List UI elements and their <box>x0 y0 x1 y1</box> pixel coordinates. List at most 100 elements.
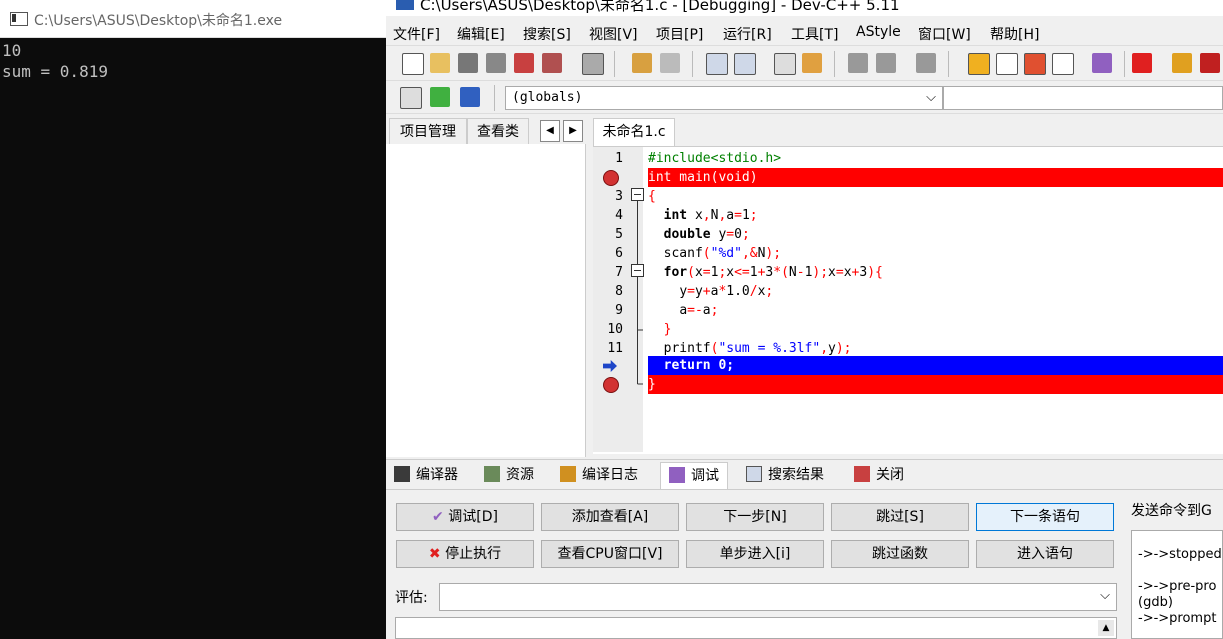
toggle-bookmark-icon[interactable] <box>916 53 936 73</box>
menu-bar: 文件[F] 编辑[E] 搜索[S] 视图[V] 项目[P] 运行[R] 工具[T… <box>386 20 1223 44</box>
skip-button[interactable]: 跳过[S] <box>831 503 969 531</box>
evaluate-input[interactable]: ⌵ <box>439 583 1117 611</box>
tab-class-browser[interactable]: 查看类 <box>467 118 529 146</box>
menu-tools[interactable]: 工具[T] <box>791 24 838 44</box>
save-all-icon[interactable] <box>486 53 506 73</box>
console-titlebar[interactable]: C:\Users\ASUS\Desktop\未命名1.exe <box>0 0 386 38</box>
menu-search[interactable]: 搜索[S] <box>523 24 571 44</box>
run-icon[interactable] <box>996 53 1018 75</box>
globals-combo-value: (globals) <box>512 90 583 105</box>
tab-label: 调试 <box>691 468 719 484</box>
view-cpu-button[interactable]: 查看CPU窗口[V] <box>541 540 679 568</box>
gdb-line: ->->prompt <box>1138 611 1217 626</box>
editor-gutter[interactable]: 1 3 4 5 6 7 8 9 10 11 <box>593 147 644 452</box>
globals-combo[interactable]: (globals) ⌵ <box>505 86 943 110</box>
evaluate-output[interactable]: ▲ <box>395 617 1117 639</box>
debug-button[interactable]: ✔ 调试[D] <box>396 503 534 531</box>
insert-icon[interactable] <box>400 87 422 109</box>
compile-icon[interactable] <box>968 53 990 75</box>
menu-window[interactable]: 窗口[W] <box>918 24 971 44</box>
chevron-down-icon: ⌵ <box>926 90 936 105</box>
close-icon <box>854 466 870 482</box>
into-instruction-button[interactable]: 进入语句 <box>976 540 1114 568</box>
tab-scroll-left-icon[interactable]: ◀ <box>540 120 560 142</box>
tab-compiler[interactable]: 编译器 <box>394 462 458 488</box>
stop-execution-icon[interactable] <box>1132 53 1152 73</box>
code-token: y <box>694 284 703 299</box>
code-token: ){ <box>867 265 883 280</box>
toolbar-separator <box>692 51 693 77</box>
close-file-icon[interactable] <box>514 53 534 73</box>
code-token: } <box>648 377 656 392</box>
code-token: "sum = %.3lf" <box>718 341 821 356</box>
stop-execution-button[interactable]: ✖ 停止执行 <box>396 540 534 568</box>
ide-titlebar[interactable]: C:\Users\ASUS\Desktop\未命名1.c - [Debuggin… <box>386 0 1223 16</box>
tab-scroll-right-icon[interactable]: ▶ <box>563 120 583 142</box>
open-file-icon[interactable] <box>430 53 450 73</box>
editor-tab[interactable]: 未命名1.c <box>593 118 675 146</box>
delete-profile-icon[interactable] <box>1200 53 1220 73</box>
console-line: 10 <box>2 41 22 60</box>
code-token: int main(void) <box>648 170 758 185</box>
menu-project[interactable]: 项目[P] <box>656 24 703 44</box>
forward-icon[interactable] <box>876 53 896 73</box>
back-icon[interactable] <box>848 53 868 73</box>
replace-icon[interactable] <box>734 53 756 75</box>
code-line: scanf("%d",&N); <box>648 244 1223 263</box>
code-token: "%d" <box>710 246 742 261</box>
find-icon[interactable] <box>706 53 728 75</box>
next-instruction-button[interactable]: 下一条语句 <box>976 503 1114 531</box>
code-token: + <box>702 284 711 299</box>
tab-debug[interactable]: 调试 <box>660 462 728 489</box>
tab-search-results[interactable]: 搜索结果 <box>746 462 824 488</box>
code-token: N <box>788 265 797 280</box>
breakpoint-icon[interactable] <box>603 377 619 393</box>
goto-line-icon[interactable] <box>774 53 796 75</box>
menu-view[interactable]: 视图[V] <box>589 24 638 44</box>
menu-help[interactable]: 帮助[H] <box>990 24 1039 44</box>
line-number: 6 <box>615 246 623 261</box>
line-number: 5 <box>615 227 623 242</box>
line-number: 4 <box>615 208 623 223</box>
new-file-icon[interactable] <box>402 53 424 75</box>
toggle-goto-icon[interactable] <box>430 87 450 107</box>
members-combo[interactable] <box>943 86 1223 110</box>
compile-run-icon[interactable] <box>1024 53 1046 75</box>
bar-chart-icon <box>560 466 576 482</box>
skip-function-button[interactable]: 跳过函数 <box>831 540 969 568</box>
redo-icon[interactable] <box>660 53 680 73</box>
tab-compile-log[interactable]: 编译日志 <box>560 462 638 488</box>
code-token: , <box>702 208 711 223</box>
next-step-button[interactable]: 下一步[N] <box>686 503 824 531</box>
step-into-button[interactable]: 单步进入[i] <box>686 540 824 568</box>
console-line: sum = 0.819 <box>2 62 108 81</box>
bookmark-icon[interactable] <box>460 87 480 107</box>
menu-edit[interactable]: 编辑[E] <box>457 24 505 44</box>
code-token: 3 <box>859 265 868 280</box>
rebuild-all-icon[interactable] <box>1052 53 1074 75</box>
grid-icon <box>394 466 410 482</box>
breakpoint-icon[interactable] <box>603 170 619 186</box>
add-watch-button[interactable]: 添加查看[A] <box>541 503 679 531</box>
undo-icon[interactable] <box>632 53 652 73</box>
menu-run[interactable]: 运行[R] <box>723 24 772 44</box>
project-tree[interactable] <box>386 144 586 457</box>
tab-resources[interactable]: 资源 <box>484 462 534 488</box>
tab-project-manager[interactable]: 项目管理 <box>389 118 467 146</box>
menu-file[interactable]: 文件[F] <box>393 24 440 44</box>
toolbar-separator <box>1124 51 1125 77</box>
chevron-down-icon[interactable]: ⌵ <box>1100 588 1110 603</box>
print-icon[interactable] <box>582 53 604 75</box>
save-icon[interactable] <box>458 53 478 73</box>
profile-chart-icon[interactable] <box>1172 53 1192 73</box>
button-label: 停止执行 <box>445 546 502 562</box>
gdb-output[interactable]: ->->stopped ->->pre-pro (gdb) ->->prompt <box>1131 530 1223 639</box>
close-all-icon[interactable] <box>542 53 562 73</box>
menu-astyle[interactable]: AStyle <box>856 24 901 40</box>
scroll-up-icon[interactable]: ▲ <box>1098 620 1114 636</box>
bottom-tabs: 编译器 资源 编译日志 调试 搜索结果 关闭 <box>386 459 1223 489</box>
indent-icon[interactable] <box>802 53 822 73</box>
code-line: { <box>648 187 1223 206</box>
tab-close[interactable]: 关闭 <box>854 462 904 488</box>
debug-check-icon[interactable] <box>1092 53 1112 73</box>
